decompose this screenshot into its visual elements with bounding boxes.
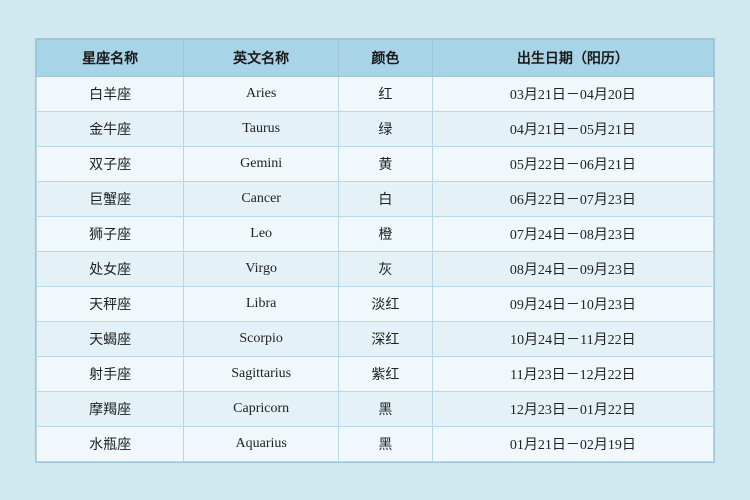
cell-chinese-name: 巨蟹座 bbox=[37, 181, 184, 216]
table-row: 双子座Gemini黄05月22日－06月21日 bbox=[37, 146, 714, 181]
header-dates: 出生日期（阳历） bbox=[432, 39, 713, 76]
cell-english-name: Sagittarius bbox=[184, 356, 339, 391]
cell-chinese-name: 射手座 bbox=[37, 356, 184, 391]
cell-dates: 12月23日－01月22日 bbox=[432, 391, 713, 426]
cell-chinese-name: 水瓶座 bbox=[37, 426, 184, 461]
cell-english-name: Capricorn bbox=[184, 391, 339, 426]
cell-english-name: Scorpio bbox=[184, 321, 339, 356]
cell-dates: 11月23日－12月22日 bbox=[432, 356, 713, 391]
table-row: 水瓶座Aquarius黑01月21日－02月19日 bbox=[37, 426, 714, 461]
cell-english-name: Aries bbox=[184, 76, 339, 111]
table-row: 狮子座Leo橙07月24日－08月23日 bbox=[37, 216, 714, 251]
header-color: 颜色 bbox=[339, 39, 433, 76]
cell-dates: 08月24日－09月23日 bbox=[432, 251, 713, 286]
cell-chinese-name: 天秤座 bbox=[37, 286, 184, 321]
cell-dates: 10月24日－11月22日 bbox=[432, 321, 713, 356]
zodiac-table-container: 星座名称 英文名称 颜色 出生日期（阳历） 白羊座Aries红03月21日－04… bbox=[35, 38, 715, 463]
header-english-name: 英文名称 bbox=[184, 39, 339, 76]
cell-dates: 03月21日－04月20日 bbox=[432, 76, 713, 111]
cell-dates: 07月24日－08月23日 bbox=[432, 216, 713, 251]
table-row: 天蝎座Scorpio深红10月24日－11月22日 bbox=[37, 321, 714, 356]
table-row: 天秤座Libra淡红09月24日－10月23日 bbox=[37, 286, 714, 321]
table-body: 白羊座Aries红03月21日－04月20日金牛座Taurus绿04月21日－0… bbox=[37, 76, 714, 461]
cell-english-name: Virgo bbox=[184, 251, 339, 286]
cell-english-name: Leo bbox=[184, 216, 339, 251]
cell-english-name: Aquarius bbox=[184, 426, 339, 461]
cell-dates: 01月21日－02月19日 bbox=[432, 426, 713, 461]
cell-dates: 05月22日－06月21日 bbox=[432, 146, 713, 181]
cell-chinese-name: 金牛座 bbox=[37, 111, 184, 146]
cell-color: 白 bbox=[339, 181, 433, 216]
cell-color: 黑 bbox=[339, 391, 433, 426]
cell-color: 黑 bbox=[339, 426, 433, 461]
cell-chinese-name: 处女座 bbox=[37, 251, 184, 286]
table-row: 射手座Sagittarius紫红11月23日－12月22日 bbox=[37, 356, 714, 391]
cell-color: 深红 bbox=[339, 321, 433, 356]
cell-english-name: Taurus bbox=[184, 111, 339, 146]
cell-color: 紫红 bbox=[339, 356, 433, 391]
header-chinese-name: 星座名称 bbox=[37, 39, 184, 76]
cell-color: 橙 bbox=[339, 216, 433, 251]
cell-english-name: Cancer bbox=[184, 181, 339, 216]
cell-color: 红 bbox=[339, 76, 433, 111]
cell-dates: 09月24日－10月23日 bbox=[432, 286, 713, 321]
cell-chinese-name: 狮子座 bbox=[37, 216, 184, 251]
cell-english-name: Gemini bbox=[184, 146, 339, 181]
table-header-row: 星座名称 英文名称 颜色 出生日期（阳历） bbox=[37, 39, 714, 76]
zodiac-table: 星座名称 英文名称 颜色 出生日期（阳历） 白羊座Aries红03月21日－04… bbox=[36, 39, 714, 462]
cell-color: 黄 bbox=[339, 146, 433, 181]
cell-english-name: Libra bbox=[184, 286, 339, 321]
table-row: 处女座Virgo灰08月24日－09月23日 bbox=[37, 251, 714, 286]
cell-chinese-name: 摩羯座 bbox=[37, 391, 184, 426]
cell-dates: 04月21日－05月21日 bbox=[432, 111, 713, 146]
cell-color: 淡红 bbox=[339, 286, 433, 321]
cell-dates: 06月22日－07月23日 bbox=[432, 181, 713, 216]
table-row: 摩羯座Capricorn黑12月23日－01月22日 bbox=[37, 391, 714, 426]
cell-color: 绿 bbox=[339, 111, 433, 146]
table-row: 巨蟹座Cancer白06月22日－07月23日 bbox=[37, 181, 714, 216]
table-row: 白羊座Aries红03月21日－04月20日 bbox=[37, 76, 714, 111]
cell-chinese-name: 白羊座 bbox=[37, 76, 184, 111]
cell-chinese-name: 双子座 bbox=[37, 146, 184, 181]
cell-color: 灰 bbox=[339, 251, 433, 286]
table-row: 金牛座Taurus绿04月21日－05月21日 bbox=[37, 111, 714, 146]
cell-chinese-name: 天蝎座 bbox=[37, 321, 184, 356]
